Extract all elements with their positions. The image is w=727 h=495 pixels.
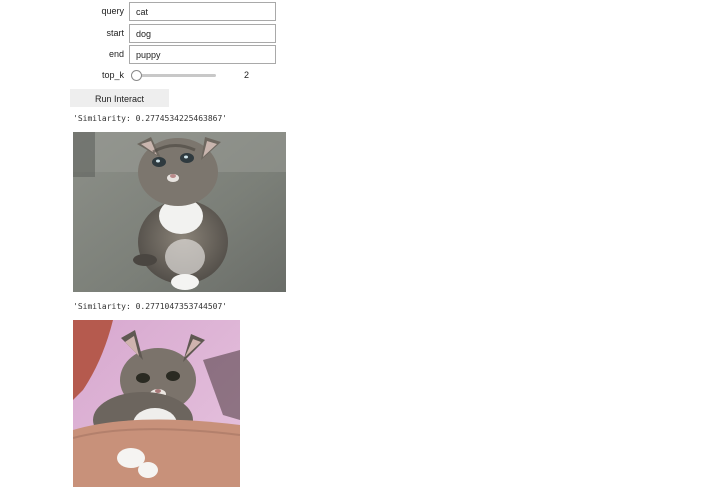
query-label: query	[101, 6, 124, 16]
top-k-value: 2	[244, 70, 250, 80]
start-label: start	[106, 28, 124, 38]
similarity-output-2: 'Similarity: 0.2771047353744507'	[73, 302, 228, 311]
run-interact-button[interactable]: Run Interact	[70, 89, 169, 107]
query-row: query	[0, 2, 300, 21]
end-input[interactable]	[129, 45, 276, 64]
end-label: end	[108, 49, 124, 59]
top-k-slider-track[interactable]	[136, 74, 216, 77]
start-input[interactable]	[129, 24, 276, 43]
top-k-slider-handle[interactable]	[131, 70, 142, 81]
similarity-output-1: 'Similarity: 0.2774534225463867'	[73, 114, 228, 123]
start-row: start	[0, 24, 300, 43]
kitten-image-2	[73, 320, 240, 487]
query-input[interactable]	[129, 2, 276, 21]
kitten-image-1	[73, 132, 286, 292]
top-k-row: top_k 2	[0, 66, 300, 85]
top-k-label: top_k	[101, 70, 124, 80]
end-row: end	[0, 45, 300, 64]
